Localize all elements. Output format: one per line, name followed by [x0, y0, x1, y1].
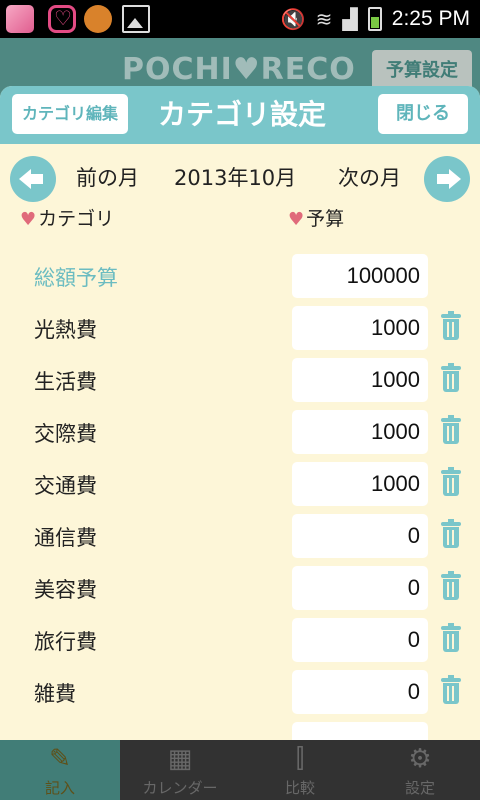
- trash-icon[interactable]: [441, 467, 461, 496]
- month-navigation: 前の月 2013年10月 次の月: [0, 154, 480, 202]
- category-label: 旅行費: [34, 630, 97, 654]
- trash-icon[interactable]: [441, 519, 461, 548]
- category-label: 美容費: [34, 578, 97, 602]
- trash-icon[interactable]: [441, 311, 461, 340]
- trash-icon[interactable]: [441, 415, 461, 444]
- category-label: 雑費: [34, 682, 76, 706]
- box-notification-icon: [84, 5, 112, 33]
- budget-input[interactable]: 0: [292, 514, 428, 558]
- mute-icon: 🔇: [280, 7, 306, 31]
- budget-input[interactable]: 0: [292, 670, 428, 714]
- category-label: 生活費: [34, 370, 97, 394]
- heart-icon: ♥: [288, 209, 305, 230]
- total-budget-label: 総額予算: [34, 266, 118, 290]
- list-item: 生活費 1000: [0, 358, 480, 404]
- budget-input[interactable]: 1000: [292, 358, 428, 402]
- budget-input[interactable]: 1000: [292, 410, 428, 454]
- heart-notification-icon: [48, 5, 76, 33]
- signal-icon: ▟: [342, 7, 358, 31]
- arrow-left-icon: [19, 169, 43, 189]
- list-item: 美容費 0: [0, 566, 480, 612]
- total-budget-row: 総額予算 100000: [0, 254, 480, 300]
- budget-input[interactable]: 1000: [292, 306, 428, 350]
- heart-icon: ♥: [20, 209, 37, 230]
- trash-icon[interactable]: [441, 623, 461, 652]
- list-item: 交際費 1000: [0, 410, 480, 456]
- category-column-header: ♥ カテゴリ: [20, 208, 115, 230]
- trash-icon[interactable]: [441, 571, 461, 600]
- list-item: [0, 722, 480, 740]
- budget-input[interactable]: 0: [292, 566, 428, 610]
- arrow-right-icon: [437, 169, 461, 189]
- category-label: 交際費: [34, 422, 97, 446]
- wifi-icon: ≋: [315, 7, 333, 31]
- image-notification-icon: [122, 5, 150, 33]
- list-item: 通信費 0: [0, 514, 480, 560]
- next-month-button[interactable]: [424, 156, 470, 202]
- status-bar: 🔇 ≋ ▟ 2:25 PM: [0, 0, 480, 38]
- list-item: 交通費 1000: [0, 462, 480, 508]
- trash-icon[interactable]: [441, 675, 461, 704]
- list-item: 雑費 0: [0, 670, 480, 716]
- budget-input[interactable]: 0: [292, 618, 428, 662]
- edit-category-button[interactable]: カテゴリ編集: [12, 94, 128, 134]
- list-item: 旅行費 0: [0, 618, 480, 664]
- prev-month-button[interactable]: [10, 156, 56, 202]
- battery-icon: [367, 7, 382, 31]
- budget-column-header: ♥ 予算: [288, 208, 345, 230]
- prev-month-link[interactable]: 前の月: [76, 162, 139, 192]
- budget-input[interactable]: [292, 722, 428, 740]
- budget-input[interactable]: 1000: [292, 462, 428, 506]
- total-budget-input[interactable]: 100000: [292, 254, 428, 298]
- next-month-link[interactable]: 次の月: [338, 162, 401, 192]
- category-label: 光熱費: [34, 318, 97, 342]
- clock: 2:25 PM: [391, 7, 470, 30]
- app-notification-icon: [6, 5, 34, 33]
- list-item: 光熱費 1000: [0, 306, 480, 352]
- dialog-title: カテゴリ設定: [157, 98, 326, 131]
- trash-icon[interactable]: [441, 363, 461, 392]
- category-settings-dialog: カテゴリ編集 カテゴリ設定 閉じる 前の月 2013年10月 次の月 ♥ カテゴリ…: [0, 86, 480, 740]
- close-button[interactable]: 閉じる: [378, 94, 468, 134]
- dialog-header: カテゴリ編集 カテゴリ設定 閉じる: [0, 86, 480, 144]
- current-month: 2013年10月: [174, 166, 297, 190]
- category-label: 通信費: [34, 526, 97, 550]
- category-label: 交通費: [34, 474, 97, 498]
